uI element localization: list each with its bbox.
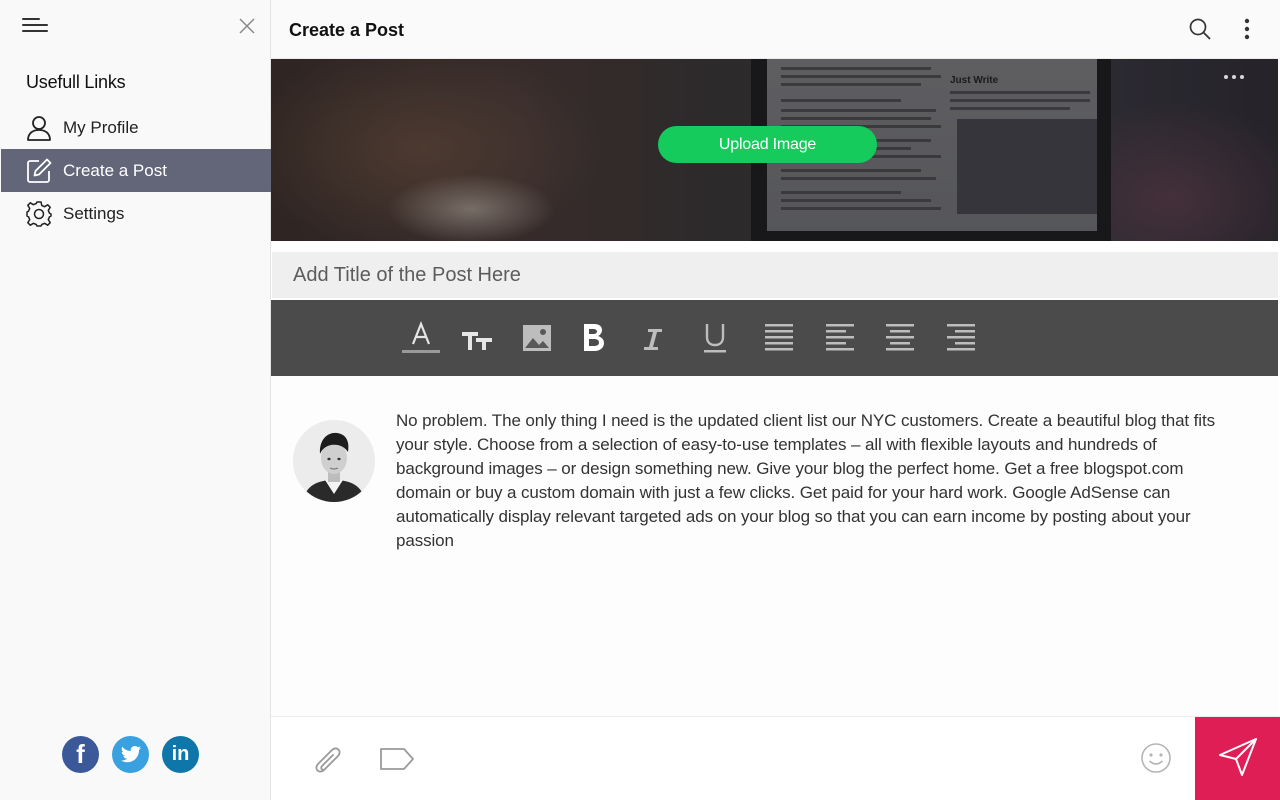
gear-icon: [25, 200, 53, 228]
sidebar-item-label: Create a Post: [63, 160, 167, 180]
italic-icon[interactable]: [633, 318, 673, 358]
facebook-glyph: f: [76, 739, 85, 769]
text-size-icon[interactable]: [457, 318, 497, 358]
sidebar-item-label: Settings: [63, 203, 125, 223]
sidebar: Usefull Links My Profile Create a Post S…: [0, 0, 271, 800]
edit-icon: [25, 157, 53, 185]
align-center-icon[interactable]: [880, 318, 920, 358]
underline-icon[interactable]: [695, 318, 735, 358]
sidebar-item-create-post[interactable]: Create a Post: [1, 149, 271, 192]
post-editor[interactable]: No problem. The only thing I need is the…: [271, 376, 1278, 716]
paperclip-icon[interactable]: [307, 739, 347, 779]
post-title-input[interactable]: [272, 252, 1278, 298]
bold-icon[interactable]: [573, 318, 613, 358]
more-vertical-icon[interactable]: [1237, 17, 1257, 41]
align-right-icon[interactable]: [941, 318, 981, 358]
user-icon: [25, 114, 53, 142]
twitter-icon[interactable]: [112, 736, 149, 773]
align-justify-icon[interactable]: [759, 318, 799, 358]
header: Create a Post: [271, 0, 1280, 59]
menu-icon[interactable]: [22, 16, 50, 36]
compose-bottom-bar: [271, 716, 1280, 800]
emoji-icon[interactable]: [1139, 741, 1173, 775]
sidebar-item-settings[interactable]: Settings: [1, 192, 271, 235]
cover-image: Just Write Upload Image: [271, 59, 1278, 241]
sidebar-item-my-profile[interactable]: My Profile: [1, 106, 271, 149]
upload-image-button[interactable]: Upload Image: [658, 126, 877, 163]
image-icon[interactable]: [517, 318, 557, 358]
send-icon: [1216, 735, 1260, 784]
sidebar-item-label: My Profile: [63, 117, 139, 137]
facebook-icon[interactable]: f: [62, 736, 99, 773]
page-title: Create a Post: [289, 20, 405, 40]
sidebar-heading: Usefull Links: [26, 72, 126, 92]
sidebar-nav: My Profile Create a Post Settings: [1, 106, 271, 235]
app: Usefull Links My Profile Create a Post S…: [0, 0, 1280, 800]
post-body-text[interactable]: No problem. The only thing I need is the…: [396, 409, 1236, 553]
tag-icon[interactable]: [377, 743, 417, 775]
social-links: f in: [62, 736, 199, 773]
align-left-icon[interactable]: [820, 318, 860, 358]
more-horizontal-icon[interactable]: [1222, 69, 1246, 85]
search-icon[interactable]: [1188, 17, 1212, 41]
close-icon[interactable]: [236, 15, 258, 37]
send-button[interactable]: [1195, 717, 1280, 800]
avatar: [293, 420, 375, 502]
text-color-icon[interactable]: [401, 318, 441, 358]
sidebar-top: [0, 0, 270, 58]
linkedin-icon[interactable]: in: [162, 736, 199, 773]
linkedin-glyph: in: [171, 743, 190, 765]
formatting-toolbar: [271, 300, 1278, 376]
